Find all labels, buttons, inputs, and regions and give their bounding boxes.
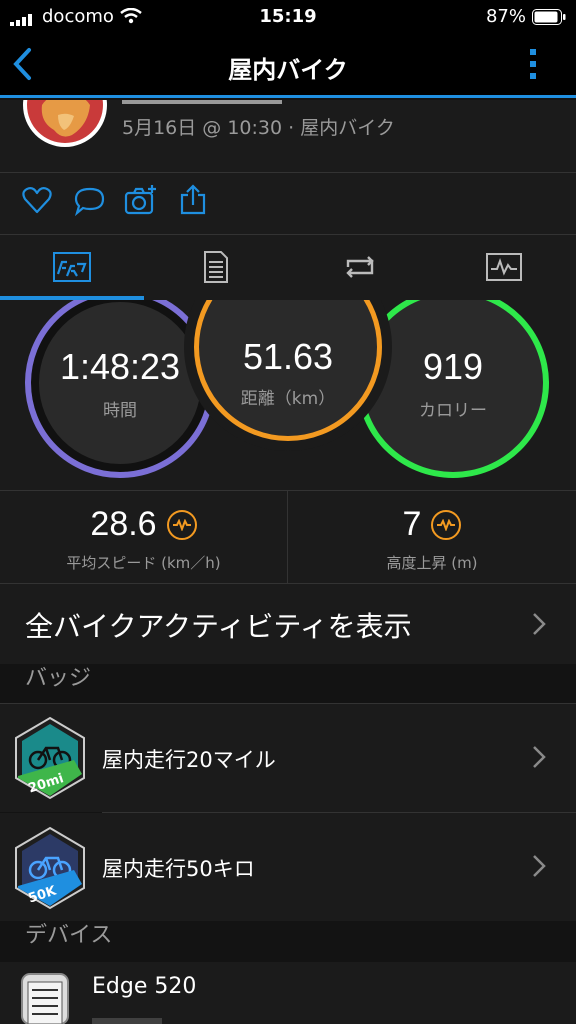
badge-item[interactable] [0,704,576,812]
time-label: 時間 [103,400,137,421]
chevron-right-icon [532,612,546,640]
devices-section-title: デバイス [25,923,113,948]
comment-button[interactable] [74,186,106,220]
distance-stat: 51.63 距離（km） [194,300,382,441]
badge-20mi-icon: 20mi [14,716,86,804]
heart-icon [22,187,52,214]
owner-name-cutoff [122,100,282,104]
distance-label: 距離（km） [240,388,336,409]
calories-stat: 919 カロリー [357,300,549,478]
avg-speed-label: 平均スピード (km／h) [66,554,221,572]
page-title: 屋内バイク [228,56,348,84]
overview-icon [53,252,91,282]
device-item[interactable] [0,962,576,1024]
tab-stats[interactable] [144,234,288,300]
add-photo-button[interactable] [124,184,158,220]
elevation-label: 高度上昇 (m) [386,554,478,572]
avatar[interactable] [22,100,108,148]
header-divider [0,172,576,173]
device-image [20,972,70,1024]
stats-circles: 1:48:23 時間 919 カロリー 51.63 距離（km） [0,300,576,490]
avg-speed-value: 28.6 [90,505,157,543]
badge-item[interactable] [0,813,576,921]
device-name: Edge 520 [92,974,197,999]
repeat-icon [346,256,374,278]
time-stat: 1:48:23 時間 [25,300,215,478]
all-activities-label: 全バイクアクティビティを表示 [25,610,412,643]
more-menu-button[interactable] [526,47,540,81]
tab-overview[interactable] [0,234,144,300]
battery-icon [532,9,566,29]
elevation-metric[interactable]: 7 高度上昇 (m) [288,505,576,575]
share-button[interactable] [180,184,206,220]
time-value: 1:48:23 [59,345,181,387]
calories-label: カロリー [419,400,487,421]
comment-icon [74,187,105,217]
chart-icon [486,253,522,281]
tab-charts[interactable] [432,234,576,300]
badge-label: 屋内走行20マイル [102,748,276,772]
chevron-right-icon [532,854,546,882]
camera-plus-icon [124,185,156,215]
activity-subtitle: 5月16日 @ 10:30 · 屋内バイク [122,117,395,139]
like-button[interactable] [22,186,52,218]
avg-speed-metric[interactable]: 28.6 平均スピード (km／h) [0,505,287,575]
share-icon [180,184,206,215]
distance-value: 51.63 [242,335,334,377]
badge-50k-icon: 50K [14,826,86,914]
tab-laps[interactable] [288,234,432,300]
chevron-right-icon [532,745,546,773]
more-vertical-icon [530,49,536,79]
elevation-value: 7 [402,505,422,543]
battery-percent: 87% [485,6,526,27]
badge-label: 屋内走行50キロ [102,857,255,881]
device-version-cutoff [92,1018,162,1024]
pulse-icon [166,509,197,540]
calories-value: 919 [422,345,484,387]
badges-section-title: バッジ [25,666,92,691]
document-icon [204,251,228,283]
pulse-icon [431,509,462,540]
